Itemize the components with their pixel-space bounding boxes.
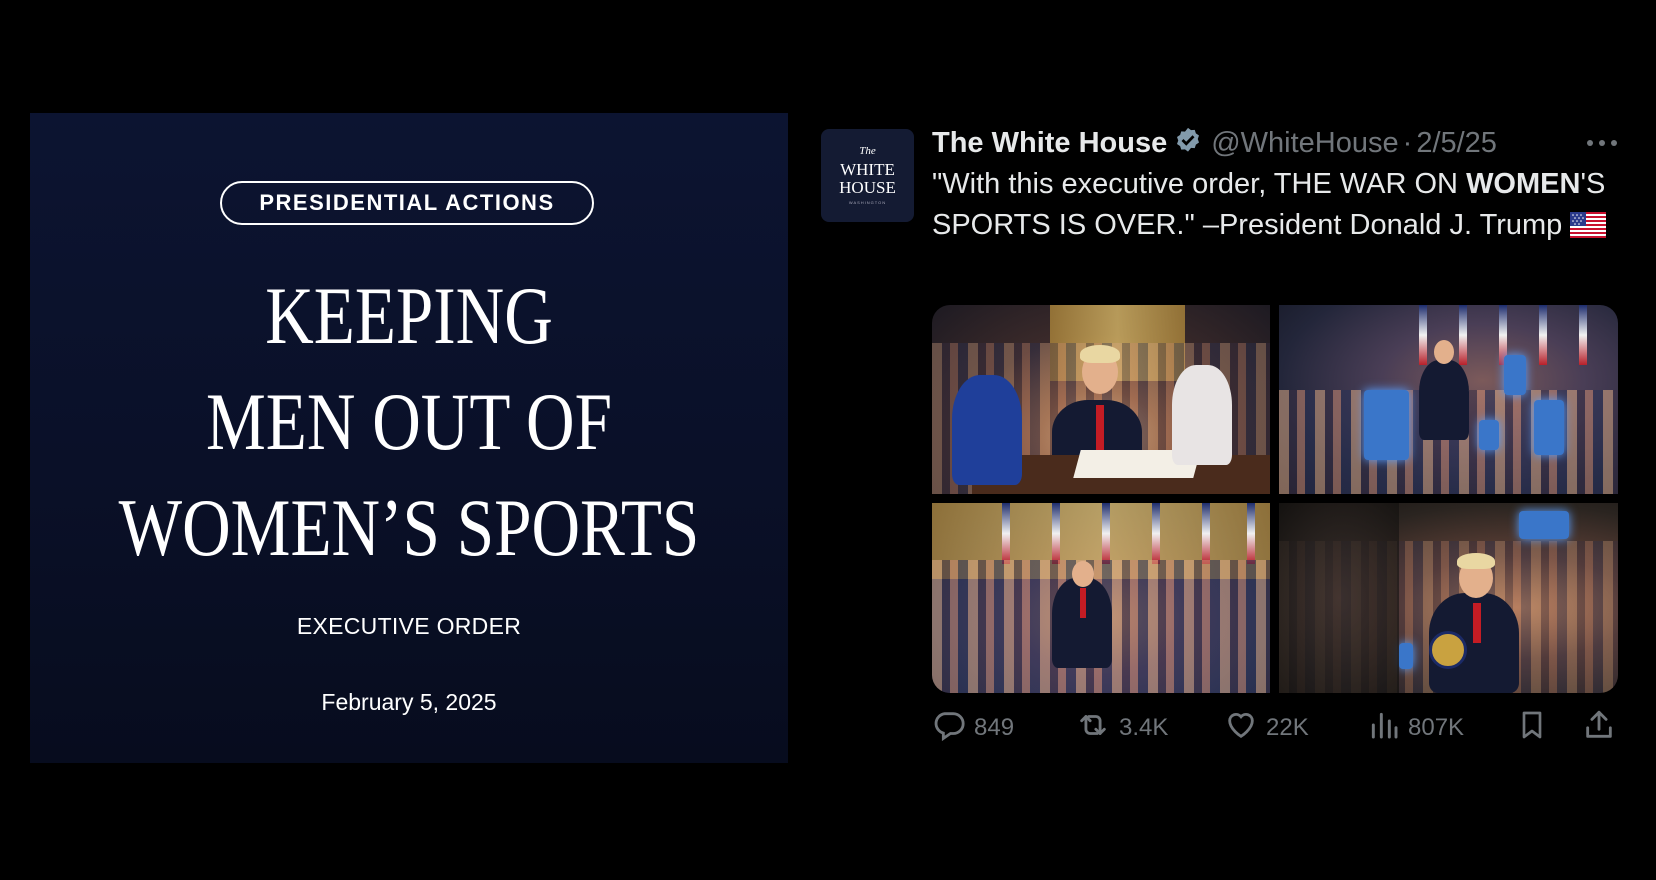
more-options-icon[interactable] (1585, 127, 1621, 157)
heart-icon (1228, 713, 1254, 739)
executive-order-graphic: PRESIDENTIAL ACTIONS KEEPING MEN OUT OF … (30, 113, 788, 763)
tweet-text-part1: "With this executive order, THE WAR ON (932, 168, 1467, 200)
tweet-text: "With this executive order, THE WAR ON W… (932, 164, 1622, 250)
views-button[interactable]: 807K (1368, 708, 1464, 748)
avatar-house: HOUSE (839, 178, 896, 197)
avatar-the: The (859, 145, 876, 157)
repost-count: 3.4K (1119, 714, 1169, 741)
us-flag-icon (1570, 209, 1607, 250)
reply-button[interactable]: 849 (932, 708, 1014, 748)
verified-badge-icon (1173, 126, 1203, 166)
avatar[interactable]: The WHITE HOUSE WASHINGTON (821, 129, 914, 222)
avatar-washington: WASHINGTON (848, 200, 887, 205)
bookmark-button[interactable] (1516, 708, 1556, 748)
avatar-white: WHITE (840, 160, 895, 179)
share-button[interactable] (1582, 708, 1624, 748)
author-name[interactable]: The White House (932, 127, 1167, 159)
bookmark-icon (1522, 711, 1542, 739)
media-grid (932, 305, 1618, 693)
photo-desk-close-up[interactable] (1279, 503, 1618, 693)
screen: PRESIDENTIAL ACTIONS KEEPING MEN OUT OF … (0, 0, 1656, 880)
views-count: 807K (1408, 714, 1465, 741)
poster-headline: KEEPING MEN OUT OF WOMEN’S SPORTS (98, 263, 720, 581)
headline-line: KEEPING (265, 270, 553, 361)
author-handle[interactable]: @WhiteHouse (1211, 127, 1398, 159)
tweet-header: The White House @WhiteHouse · 2/5/25 (932, 124, 1622, 162)
repost-button[interactable]: 3.4K (1075, 708, 1168, 748)
photo-crowd-phones[interactable] (1279, 305, 1618, 494)
tweet-action-bar: 849 3.4K 22K 807K (932, 708, 1622, 748)
views-icon (1371, 712, 1398, 739)
category-pill: PRESIDENTIAL ACTIONS (220, 181, 594, 225)
headline-line: WOMEN’S SPORTS (118, 482, 700, 573)
tweet-text-bold: WOMEN (1466, 168, 1581, 200)
like-button[interactable]: 22K (1224, 708, 1309, 748)
reply-count: 849 (974, 714, 1015, 741)
separator-dot: · (1402, 127, 1413, 159)
photo-handshake-crowd[interactable] (932, 503, 1270, 693)
headline-line: MEN OUT OF (206, 376, 612, 467)
poster-subtitle: EXECUTIVE ORDER (296, 613, 522, 639)
share-icon (1586, 710, 1612, 738)
repost-icon (1080, 715, 1106, 735)
photo-signing-desk[interactable] (932, 305, 1270, 494)
like-count: 22K (1266, 714, 1309, 741)
tweet-date[interactable]: 2/5/25 (1416, 127, 1497, 159)
reply-icon (934, 712, 965, 742)
poster-date: February 5, 2025 (321, 689, 497, 715)
